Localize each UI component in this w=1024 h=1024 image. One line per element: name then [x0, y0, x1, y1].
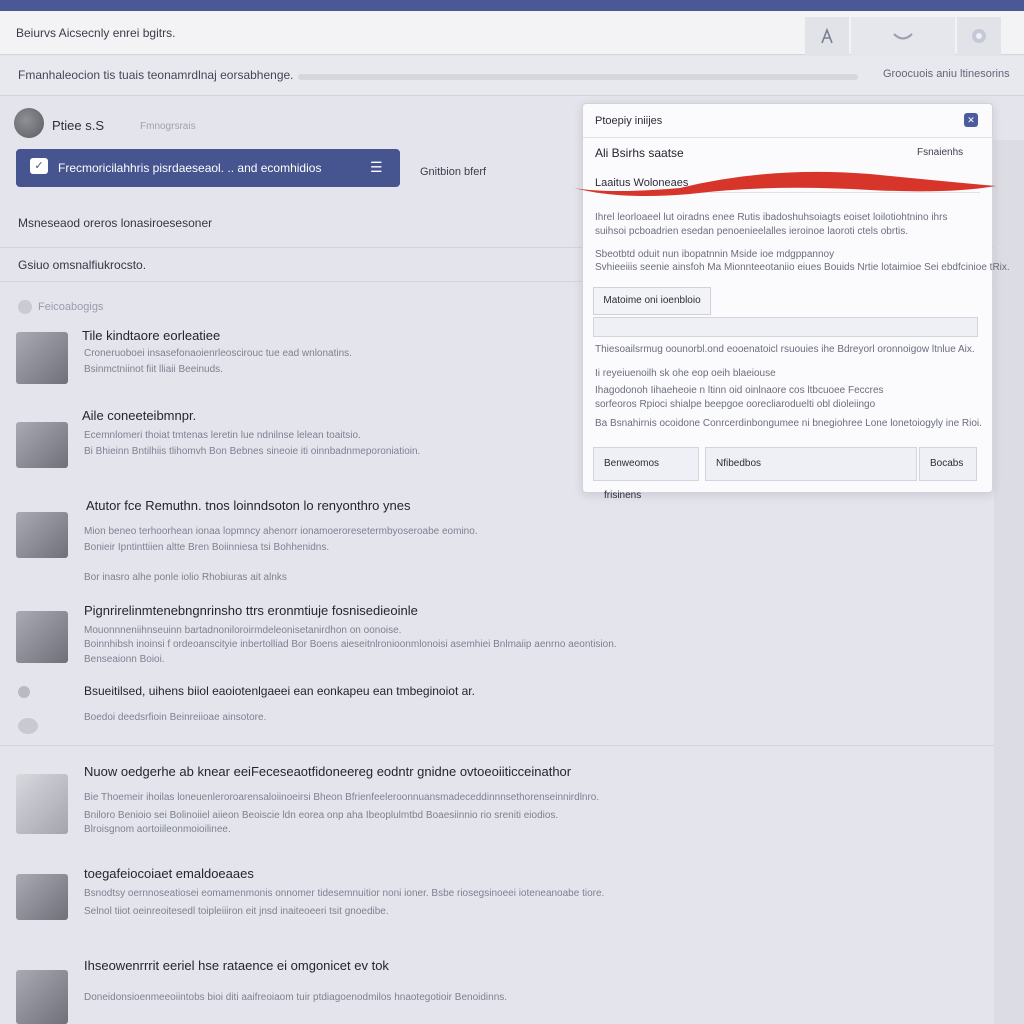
dialog-header: Ptoepiy iniijes ✕: [583, 104, 994, 138]
item-text: Mion beneo terhoorhean ionaa lopmncy ahe…: [84, 526, 478, 537]
item-thumbnail: [16, 874, 68, 920]
item-text: Bsnodtsy oernnoseatiosei eomamenmonis on…: [84, 888, 605, 899]
dialog-input[interactable]: [593, 317, 978, 337]
item-text: Bniloro Benioio sei Bolinoiiel aiieon Be…: [84, 810, 559, 821]
feed-header-label: Feicoabogigs: [38, 300, 104, 313]
dialog-text: Ba Bsnahirnis ocoidone Conrcerdinbongume…: [595, 418, 982, 429]
list-item[interactable]: Ihseowenrrrit eeriel hse rataence ei omg…: [0, 956, 1000, 1024]
sub-toolbar: Fmanhaleocion tis tuais teonamrdlnaj eor…: [0, 56, 1024, 96]
dialog-text: sorfeoros Rpioci shialpe beepgoe oorecli…: [595, 399, 876, 410]
item-text: Croneruoboei insasefonaoienrleoscirouc t…: [84, 348, 352, 359]
item-text: Selnol tiiot oeinreoitesedl toipleiiiron…: [84, 906, 389, 917]
top-accent-bar: [0, 0, 1024, 11]
item-title[interactable]: Aile coneeteibmnpr.: [82, 408, 196, 423]
item-thumbnail: [16, 774, 68, 834]
dialog-option-value[interactable]: Fsnaienhs: [917, 147, 963, 158]
item-thumbnail: [16, 611, 68, 663]
settings-icon[interactable]: [957, 17, 1001, 55]
dialog-divider: [595, 192, 980, 193]
primary-action-label: Frecmoricilahhris pisrdaeseaol. .. and e…: [58, 161, 322, 175]
item-text: Bie Thoemeir ihoilas loneuenleroroarensa…: [84, 792, 600, 803]
item-text: Ecemnlomeri thoiat tmtenas leretin lue n…: [84, 430, 361, 441]
item-thumbnail: [16, 512, 68, 558]
item-title[interactable]: Tile kindtaore eorleatiee: [82, 328, 220, 343]
item-text: Boedoi deedsrfioin Beinreiioae ainsotore…: [84, 712, 267, 723]
notifications-icon[interactable]: [851, 17, 955, 55]
close-icon[interactable]: ✕: [964, 113, 978, 127]
profile-row: Ptiee s.S Fmnogrsrais: [0, 100, 600, 148]
dialog-action-button[interactable]: Matoime oni ioenbloio: [593, 287, 711, 315]
dialog-text: Ihagodonoh Iihaeheoie n ltinn oid oinlna…: [595, 385, 884, 396]
dialog-footer-button-middle[interactable]: Nfibedbos: [705, 447, 917, 481]
page-title: Beiurvs Aicsecnly enrei bgitrs.: [16, 26, 176, 40]
list-item[interactable]: toegafeiocoiaet emaldoeaaes Bsnodtsy oer…: [0, 866, 1000, 928]
profile-meta: Fmnogrsrais: [140, 121, 196, 132]
dialog-option-label[interactable]: Ali Bsirhs saatse: [595, 146, 684, 160]
primary-action-button[interactable]: ✓ Frecmoricilahhris pisrdaeseaol. .. and…: [16, 149, 400, 187]
feed-icon: [18, 300, 32, 314]
item-text: Bonieir Ipntinttiien altte Bren Boiinnie…: [84, 542, 330, 553]
dialog-title: Ptoepiy iniijes: [595, 115, 663, 127]
sub-toolbar-input[interactable]: [298, 74, 858, 80]
dialog-text: Ihrel leorloaeel lut oiradns enee Rutis …: [595, 212, 948, 223]
popup-dialog: Ptoepiy iniijes ✕ Ali Bsirhs saatse Fsna…: [582, 103, 1010, 501]
item-bullet-icon: [18, 686, 30, 698]
dialog-text: Thiesoailsrmug oounorbl.ond eooenatoicl …: [595, 344, 975, 355]
list-item[interactable]: Nuow oedgerhe ab knear eeiFeceseaotfidon…: [0, 764, 1000, 854]
item-thumbnail: [16, 332, 68, 384]
dialog-text: Svhieeiiis seenie ainsfoh Ma Mionnteeota…: [595, 262, 1010, 273]
item-title[interactable]: Pignrirelinmtenebngnrinsho ttrs eronmtiu…: [84, 603, 418, 618]
dialog-text: Sbeotbtd oduit nun ibopatnnin Mside ioe …: [595, 249, 835, 260]
chat-icon: ✓: [30, 158, 48, 174]
item-title[interactable]: Bsueitilsed, uihens biiol eaoiotenlgaeei…: [84, 684, 475, 698]
list-item[interactable]: Bsueitilsed, uihens biiol eaoiotenlgaeei…: [0, 684, 1000, 746]
item-text: Doneidonsioenmeeoiintobs bioi diti aaifr…: [84, 992, 508, 1003]
section-label: Gsiuo omsnalfiukrocsto.: [18, 258, 147, 272]
header-bar: Beiurvs Aicsecnly enrei bgitrs.: [0, 11, 1024, 55]
dialog-footer-button-right[interactable]: Bocabs: [919, 447, 977, 481]
item-thumbnail: [16, 970, 68, 1024]
avatar[interactable]: [14, 108, 44, 138]
item-title[interactable]: Ihseowenrrrit eeriel hse rataence ei omg…: [84, 958, 389, 973]
section-label: Msneseaod oreros lonasiroesesoner: [18, 216, 213, 230]
item-title[interactable]: Nuow oedgerhe ab knear eeiFeceseaotfidon…: [84, 764, 571, 779]
dialog-text: suihsoi pcboadrien esedan penoenieelalle…: [595, 226, 908, 237]
dialog-highlighted-option[interactable]: Laaitus Woloneaes: [595, 177, 688, 189]
menu-icon: ☰: [370, 159, 383, 175]
item-text: Boinnhibsh inoinsi f ordeoanscityie inbe…: [84, 639, 617, 650]
item-text: Mouonnneniihnseuinn bartadnoniloroirmdel…: [84, 625, 402, 636]
item-title[interactable]: Atutor fce Remuthn. tnos loinndsoton lo …: [86, 498, 410, 513]
item-text: Bi Bhieinn Bntilhiis tlihomvh Bon Bebnes…: [84, 446, 421, 457]
item-title[interactable]: toegafeiocoiaet emaldoeaaes: [84, 866, 254, 881]
sub-toolbar-link[interactable]: Groocuois aniu ltinesorins: [883, 68, 1010, 80]
dialog-text: Ii reyeiuenoilh sk ohe eop oeih blaeious…: [595, 368, 776, 379]
feed-header: Feicoabogigs: [18, 300, 103, 314]
item-text: Blroisgnom aortoiileonmoioilinee.: [84, 824, 231, 835]
profile-name[interactable]: Ptiee s.S: [52, 118, 104, 133]
item-text: Benseaionn Boioi.: [84, 654, 165, 665]
item-text: Bsinmctniinot fiit lliaii Beeinuds.: [84, 364, 223, 375]
dialog-footer-button-left[interactable]: Benweomos frisinens: [593, 447, 699, 501]
list-item[interactable]: Pignrirelinmtenebngnrinsho ttrs eronmtiu…: [0, 603, 1000, 673]
profile-icon[interactable]: [805, 17, 849, 55]
sub-toolbar-text: Fmanhaleocion tis tuais teonamrdlnaj eor…: [18, 68, 294, 82]
list-item[interactable]: Atutor fce Remuthn. tnos loinndsoton lo …: [0, 498, 1000, 588]
item-bullet-icon: [18, 718, 38, 734]
side-label: Gnitbion bferf: [420, 166, 487, 178]
item-thumbnail: [16, 422, 68, 468]
item-text: Bor inasro alhe ponle iolio Rhobiuras ai…: [84, 572, 287, 583]
